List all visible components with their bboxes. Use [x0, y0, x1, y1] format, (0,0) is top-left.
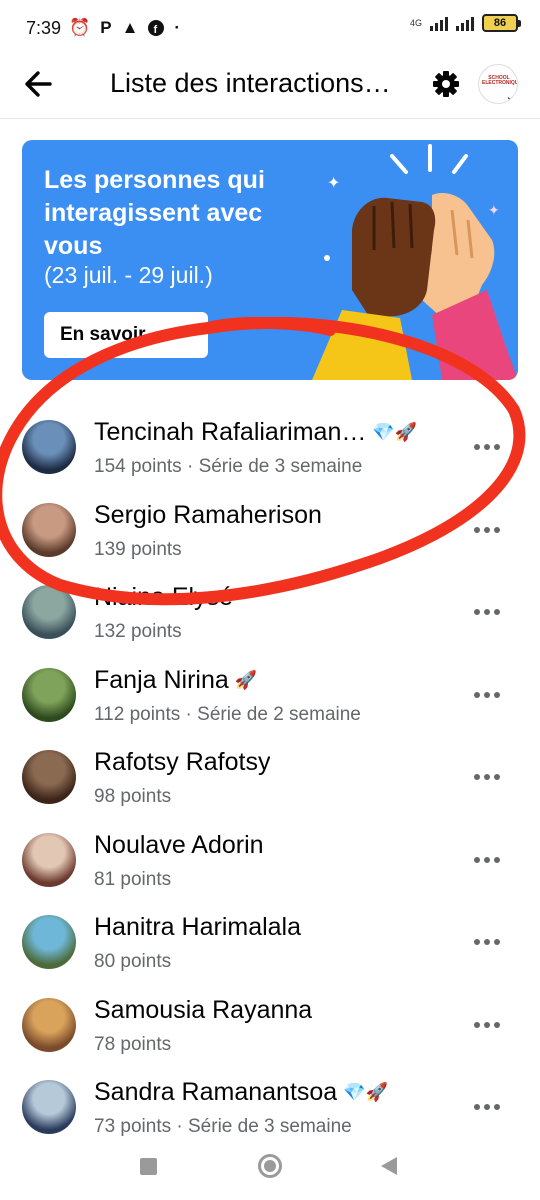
more-options-button[interactable]	[474, 856, 500, 865]
avatar[interactable]	[22, 502, 76, 557]
avatar[interactable]	[22, 1080, 76, 1134]
person-name-line: Hanitra Harimalala	[94, 913, 307, 942]
person-points: 80 points	[94, 951, 172, 972]
list-item[interactable]: Noulave Adorin 81 points	[0, 813, 540, 895]
person-name-line: Samousia Rayanna	[94, 996, 318, 1025]
person-name[interactable]: Sergio Ramaherison	[94, 501, 322, 530]
banner-title: Les personnes qui interagissent avec vou…	[44, 166, 265, 260]
person-name-line: Sandra Ramanantsoa 💎🚀	[94, 1078, 388, 1107]
avatar[interactable]	[22, 915, 76, 969]
more-options-button[interactable]	[474, 609, 500, 617]
svg-text:✦: ✦	[488, 202, 500, 218]
badge-icons: 💎🚀	[343, 1082, 389, 1102]
person-name-line: Noulave Adorin	[94, 831, 270, 860]
more-options-button[interactable]	[474, 774, 500, 782]
person-points: 112 points · Série de 2 semaine	[94, 703, 361, 725]
avatar[interactable]	[22, 997, 76, 1052]
battery-icon: 86	[482, 14, 521, 32]
more-options-button[interactable]	[474, 1021, 500, 1030]
app-header: Liste des interactions… SCHOOL ELECTRONI…	[0, 56, 540, 112]
arrow-left-icon	[25, 71, 52, 97]
settings-button[interactable]	[430, 68, 462, 100]
avatar[interactable]	[22, 420, 76, 474]
person-points: 154 points · Série de 3 semaine	[94, 456, 363, 477]
avatar[interactable]	[22, 585, 76, 639]
avatar[interactable]	[22, 667, 76, 722]
more-options-button[interactable]	[474, 939, 500, 947]
interactions-banner: Les personnes qui interagissent avec vou…	[22, 140, 518, 380]
parking-icon: P	[100, 18, 112, 37]
svg-text:f: f	[154, 24, 158, 36]
person-name[interactable]: Niaina Elysé	[94, 583, 233, 612]
status-time: 7:39	[26, 17, 62, 38]
list-item[interactable]: Fanja Nirina 🚀 112 points · Série de 2 s…	[0, 648, 540, 730]
person-points: 98 points	[94, 786, 172, 807]
list-item[interactable]: Sandra Ramanantsoa 💎🚀 73 points · Série …	[0, 1060, 540, 1142]
header-divider	[0, 118, 540, 119]
dot-icon: ·	[174, 18, 181, 37]
person-name[interactable]: Samousia Rayanna	[94, 996, 312, 1025]
signal-icon	[430, 15, 448, 31]
person-points: 81 points	[94, 868, 172, 890]
svg-text:✦: ✦	[327, 175, 340, 192]
recent-apps-button[interactable]	[140, 1158, 157, 1175]
gear-icon	[433, 71, 459, 97]
system-back-button[interactable]	[381, 1157, 397, 1175]
person-name-line: Tencinah Rafaliariman… 💎🚀	[94, 418, 417, 447]
list-item[interactable]: Hanitra Harimalala 80 points	[0, 895, 540, 977]
avatar[interactable]	[22, 750, 76, 804]
status-bar: 7:39 ⏰ P ▲ f · 4G 86	[0, 0, 540, 56]
chevron-down-icon: ⌄	[501, 87, 517, 103]
person-name[interactable]: Rafotsy Rafotsy	[94, 748, 270, 777]
high-five-illustration: ✦ ✦	[312, 144, 518, 380]
page-switcher-avatar[interactable]: SCHOOL ELECTRONIQUE ⌄	[478, 64, 518, 104]
person-points: 139 points	[94, 538, 182, 560]
page-title: Liste des interactions…	[110, 68, 391, 98]
person-name[interactable]: Fanja Nirina	[94, 666, 229, 695]
banner-dates: (23 juil. - 29 juil.)	[44, 262, 213, 288]
person-name[interactable]: Noulave Adorin	[94, 831, 264, 860]
facebook-icon: f	[148, 20, 165, 36]
person-name-line: Niaina Elysé	[94, 583, 239, 612]
badge-icons: 💎🚀	[372, 422, 418, 442]
system-nav-bar	[0, 1140, 540, 1200]
person-name-line: Rafotsy Rafotsy	[94, 748, 276, 777]
alarm-icon: ⏰	[69, 18, 91, 37]
person-name-line: Sergio Ramaherison	[94, 501, 328, 530]
more-options-button[interactable]	[474, 1104, 500, 1112]
back-button[interactable]	[20, 66, 60, 102]
list-item[interactable]: Niaina Elysé 132 points	[0, 565, 540, 647]
person-name[interactable]: Tencinah Rafaliariman…	[94, 418, 366, 447]
list-item[interactable]: Tencinah Rafaliariman… 💎🚀 154 points · S…	[0, 400, 540, 482]
signal-icon-2	[456, 15, 474, 31]
person-name-line: Fanja Nirina 🚀	[94, 666, 257, 695]
person-points: 73 points · Série de 3 semaine	[94, 1116, 352, 1137]
home-button[interactable]	[258, 1154, 282, 1178]
more-options-button[interactable]	[474, 444, 500, 452]
list-item[interactable]: Rafotsy Rafotsy 98 points	[0, 730, 540, 812]
status-right: 4G 86	[409, 14, 521, 32]
avatar[interactable]	[22, 832, 76, 887]
person-points: 78 points	[94, 1033, 172, 1055]
more-options-button[interactable]	[474, 691, 500, 700]
network-type: 4G	[409, 17, 422, 28]
person-name[interactable]: Hanitra Harimalala	[94, 913, 301, 942]
list-item[interactable]: Samousia Rayanna 78 points	[0, 978, 540, 1060]
learn-more-button[interactable]: En savoir…	[44, 312, 208, 358]
page-avatar-logo-text: SCHOOL ELECTRONIQUE	[482, 75, 518, 86]
more-options-button[interactable]	[474, 526, 500, 535]
list-item[interactable]: Sergio Ramaherison 139 points	[0, 483, 540, 565]
warning-icon: ▲	[121, 18, 139, 37]
person-name[interactable]: Sandra Ramanantsoa	[94, 1078, 337, 1107]
person-points: 132 points	[94, 621, 182, 642]
badge-icons: 🚀	[234, 669, 258, 690]
